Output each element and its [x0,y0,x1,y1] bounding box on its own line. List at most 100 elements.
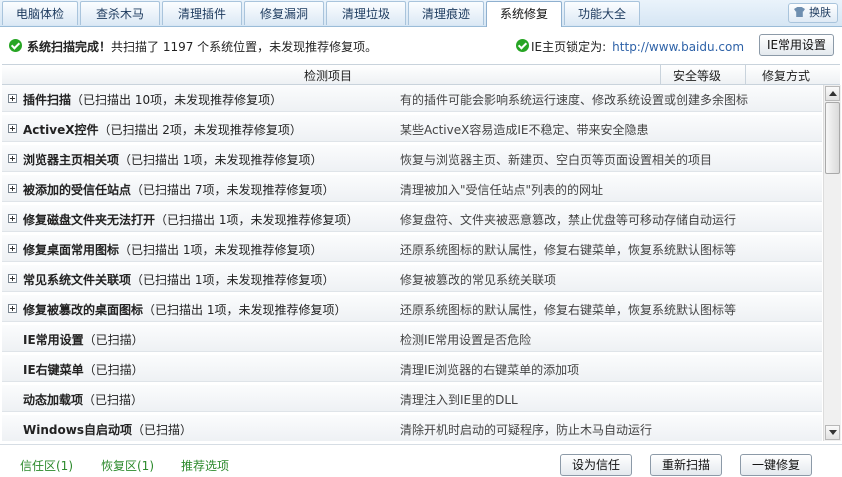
item-name: IE常用设置 [23,333,84,347]
tab-system-repair[interactable]: 系统修复 [486,1,562,27]
item-name: 常见系统文件关联项 [23,273,132,287]
tab-bar: 电脑体检 查杀木马 清理插件 修复漏洞 清理垃圾 清理痕迹 系统修复 功能大全 … [0,0,842,27]
item-title: 修复桌面常用图标（已扫描出 1项，未发现推荐修复项） [23,241,322,258]
item-scan-result: （已扫描出 1项，未发现推荐修复项） [119,243,323,257]
restore-zone-link[interactable]: 恢复区(1) [101,457,154,474]
one-click-fix-button[interactable]: 一键修复 [740,454,812,476]
list-item[interactable]: 插件扫描（已扫描出 10项，未发现推荐修复项） 有的插件可能会影响系统运行速度、… [2,85,822,112]
rescan-button[interactable]: 重新扫描 [650,454,722,476]
list-item[interactable]: 修复桌面常用图标（已扫描出 1项，未发现推荐修复项） 还原系统图标的默认属性，修… [2,235,822,262]
scan-status-title: 系统扫描完成！ [27,40,112,54]
item-name: 修复被篡改的桌面图标 [23,303,144,317]
item-name: Windows自启动项 [23,423,132,437]
scan-status-text: 系统扫描完成！共扫描了 1197 个系统位置，未发现推荐修复项。 [27,38,377,55]
list-item[interactable]: 修复磁盘文件夹无法打开（已扫描出 1项，未发现推荐修复项） 修复盘符、文件夹被恶… [2,205,822,232]
scroll-down-arrow-icon[interactable] [825,425,840,440]
item-scan-result: （已扫描出 2项，未发现推荐修复项） [98,123,302,137]
item-title: Windows自启动项（已扫描） [23,421,192,438]
item-title: IE常用设置（已扫描） [23,331,144,348]
scrollbar-thumb[interactable] [825,102,840,174]
list-item[interactable]: 浏览器主页相关项（已扫描出 1项，未发现推荐修复项） 恢复与浏览器主页、新建页、… [2,145,822,172]
column-header-level: 安全等级 [673,69,722,83]
item-scan-result: （已扫描） [131,423,192,437]
item-scan-result: （已扫描出 1项，未发现推荐修复项） [131,273,335,287]
set-trust-button[interactable]: 设为信任 [560,454,632,476]
footer-bar: 信任区(1) 恢复区(1) 推荐选项 设为信任 重新扫描 一键修复 [0,444,842,477]
item-name: 浏览器主页相关项 [23,153,120,167]
change-skin-label: 换肤 [809,6,831,19]
expand-icon[interactable] [8,184,17,193]
vertical-scrollbar[interactable] [823,85,841,441]
expand-icon[interactable] [8,274,17,283]
item-description: 清理注入到IE里的DLL [400,393,518,407]
ie-homepage-lock: IE主页锁定为: http://www.baidu.com [531,38,744,55]
scroll-up-arrow-icon[interactable] [825,86,840,101]
expand-icon[interactable] [8,214,17,223]
item-description: 有的插件可能会影响系统运行速度、修改系统设置或创建多余图标 [400,93,749,107]
expand-icon[interactable] [8,244,17,253]
item-name: ActiveX控件 [23,123,99,137]
list-item[interactable]: 修复被篡改的桌面图标（已扫描出 1项，未发现推荐修复项） 还原系统图标的默认属性… [2,295,822,322]
item-title: 浏览器主页相关项（已扫描出 1项，未发现推荐修复项） [23,151,322,168]
tab-clean-traces[interactable]: 清理痕迹 [408,1,484,25]
item-title: ActiveX控件（已扫描出 2项，未发现推荐修复项） [23,121,302,138]
item-scan-result: （已扫描出 1项，未发现推荐修复项） [143,303,347,317]
item-name: IE右键菜单 [23,363,84,377]
item-name: 修复磁盘文件夹无法打开 [23,213,156,227]
tab-fix-vulns[interactable]: 修复漏洞 [244,1,324,25]
item-description: 恢复与浏览器主页、新建页、空白页等页面设置相关的项目 [400,153,713,167]
expand-icon[interactable] [8,154,17,163]
list-item[interactable]: 被添加的受信任站点（已扫描出 7项，未发现推荐修复项） 清理被加入"受信任站点"… [2,175,822,202]
repair-item-list: 插件扫描（已扫描出 10项，未发现推荐修复项） 有的插件可能会影响系统运行速度、… [2,85,822,441]
ie-homepage-url[interactable]: http://www.baidu.com [612,40,744,54]
column-header-item: 检测项目 [304,69,353,83]
item-title: 动态加载项（已扫描） [23,391,143,408]
scan-status-message: 共扫描了 1197 个系统位置，未发现推荐修复项。 [111,40,378,54]
item-title: 修复磁盘文件夹无法打开（已扫描出 1项，未发现推荐修复项） [23,211,358,228]
list-item[interactable]: IE右键菜单（已扫描） 清理IE浏览器的右键菜单的添加项 [2,355,822,382]
item-name: 插件扫描 [23,93,72,107]
check-circle-icon [9,39,22,52]
item-description: 还原系统图标的默认属性，修复右键菜单，恢复系统默认图标等 [400,243,737,257]
tab-clean-plugins[interactable]: 清理插件 [162,1,242,25]
tab-clean-junk[interactable]: 清理垃圾 [326,1,406,25]
list-item[interactable]: ActiveX控件（已扫描出 2项，未发现推荐修复项） 某些ActiveX容易造… [2,115,822,142]
item-title: 被添加的受信任站点（已扫描出 7项，未发现推荐修复项） [23,181,334,198]
item-scan-result: （已扫描出 1项，未发现推荐修复项） [119,153,323,167]
expand-icon[interactable] [8,304,17,313]
tab-trojan-scan[interactable]: 查杀木马 [80,1,160,25]
list-item[interactable]: 常见系统文件关联项（已扫描出 1项，未发现推荐修复项） 修复被篡改的常见系统关联… [2,265,822,292]
expand-icon[interactable] [8,94,17,103]
trust-zone-link[interactable]: 信任区(1) [20,457,73,474]
expand-icon[interactable] [8,124,17,133]
ie-settings-button[interactable]: IE常用设置 [759,34,834,56]
item-description: 清理被加入"受信任站点"列表的的网址 [400,183,604,197]
item-scan-result: （已扫描） [83,363,144,377]
recommended-options-link[interactable]: 推荐选项 [181,457,229,474]
item-title: 插件扫描（已扫描出 10项，未发现推荐修复项） [23,91,282,108]
shirt-icon [794,7,805,17]
item-name: 修复桌面常用图标 [23,243,120,257]
item-title: 常见系统文件关联项（已扫描出 1项，未发现推荐修复项） [23,271,334,288]
change-skin-button[interactable]: 换肤 [788,3,838,23]
list-item[interactable]: IE常用设置（已扫描） 检测IE常用设置是否危险 [2,325,822,352]
item-title: IE右键菜单（已扫描） [23,361,144,378]
item-description: 清理IE浏览器的右键菜单的添加项 [400,363,580,377]
list-item[interactable]: Windows自启动项（已扫描） 清除开机时启动的可疑程序，防止木马自动运行 [2,415,822,441]
item-description: 还原系统图标的默认属性，修复右键菜单，恢复系统默认图标等 [400,303,737,317]
item-scan-result: （已扫描出 7项，未发现推荐修复项） [131,183,335,197]
item-description: 某些ActiveX容易造成IE不稳定、带来安全隐患 [400,123,649,137]
column-divider [660,65,661,84]
column-header-method: 修复方式 [762,69,811,83]
table-header: 检测项目 安全等级 修复方式 [2,64,840,85]
item-description: 修复被篡改的常见系统关联项 [400,273,557,287]
item-description: 检测IE常用设置是否危险 [400,333,532,347]
tab-all-features[interactable]: 功能大全 [564,1,640,25]
item-scan-result: （已扫描出 10项，未发现推荐修复项） [71,93,283,107]
tab-checkup[interactable]: 电脑体检 [2,1,78,25]
ie-lock-label: IE主页锁定为: [531,40,607,54]
list-item[interactable]: 动态加载项（已扫描） 清理注入到IE里的DLL [2,385,822,412]
item-description: 清除开机时启动的可疑程序，防止木马自动运行 [400,423,653,437]
item-description: 修复盘符、文件夹被恶意篡改，禁止优盘等可移动存储自动运行 [400,213,737,227]
item-scan-result: （已扫描出 1项，未发现推荐修复项） [155,213,359,227]
